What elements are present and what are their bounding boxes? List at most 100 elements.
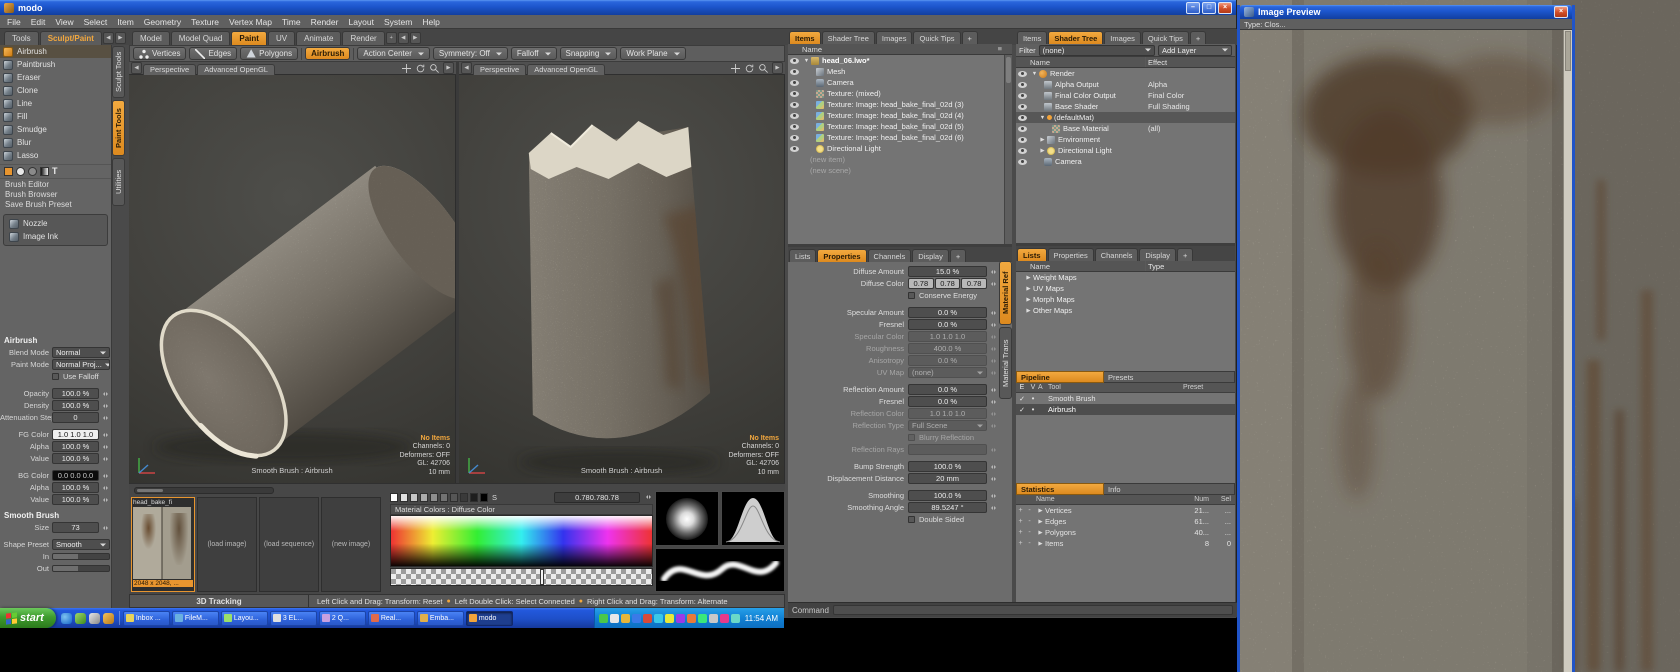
tab-lists[interactable]: Lists <box>1017 248 1047 261</box>
expand-plus-icon[interactable]: + <box>1016 540 1025 547</box>
brush-tip-preview[interactable] <box>655 491 719 546</box>
snapping-dropdown[interactable]: Snapping <box>560 47 618 60</box>
start-button[interactable]: start <box>0 608 56 628</box>
out-slider[interactable] <box>52 565 110 572</box>
use-falloff-checkbox[interactable] <box>52 373 59 380</box>
visibility-eye-icon[interactable] <box>1018 147 1028 155</box>
fg-value-field[interactable]: 100.0 % <box>52 453 99 464</box>
title-bar[interactable]: modo – □ × <box>0 0 1236 15</box>
image-thumbnail-selected[interactable]: head_bake_fi 2048 x 2048, ... <box>131 497 195 592</box>
visibility-eye-icon[interactable] <box>1018 103 1028 111</box>
diffuse-amount-field[interactable]: 15.0 % <box>908 266 987 277</box>
stepper[interactable] <box>988 311 998 315</box>
info-title[interactable]: Info <box>1104 483 1235 495</box>
tray-icon[interactable] <box>610 614 619 623</box>
hue-saturation-gradient[interactable] <box>390 515 653 567</box>
tab-lists[interactable]: Lists <box>789 249 816 262</box>
item-row-texture-image[interactable]: Texture: Image: head_bake_final_02d (6) <box>788 132 1012 143</box>
image-preview-title-bar[interactable]: Image Preview × <box>1240 5 1572 19</box>
new-item-row[interactable]: (new item) <box>788 154 1012 165</box>
menu-edit[interactable]: Edit <box>26 17 51 27</box>
menu-vertex-map[interactable]: Vertex Map <box>224 17 277 27</box>
visibility-eye-icon[interactable] <box>790 123 800 131</box>
tab-uv[interactable]: UV <box>268 31 295 45</box>
expander-icon[interactable]: ▶ <box>1024 308 1033 314</box>
stepper[interactable] <box>988 323 998 327</box>
new-image-cell[interactable]: (new image) <box>321 497 381 592</box>
menu-texture[interactable]: Texture <box>186 17 224 27</box>
tool-fill[interactable]: Fill <box>0 110 111 123</box>
taskbar-button-group[interactable]: 3 EL... <box>270 611 317 626</box>
expander-icon[interactable]: ▼ <box>1030 71 1039 77</box>
paint-mode-dropdown[interactable]: Normal Proj... <box>52 359 110 370</box>
reflection-amount-field[interactable]: 0.0 % <box>908 384 987 395</box>
blend-mode-dropdown[interactable]: Normal <box>52 347 110 358</box>
tray-icon[interactable] <box>698 614 707 623</box>
tab-paint[interactable]: Paint <box>231 31 267 45</box>
edges-mode-button[interactable]: Edges <box>189 47 237 60</box>
stepper[interactable] <box>100 433 110 437</box>
pipeline-row-smooth-brush[interactable]: ✓ • Smooth Brush <box>1016 393 1235 404</box>
polygons-mode-button[interactable]: Polygons <box>240 47 298 60</box>
zoom-icon[interactable] <box>429 63 440 74</box>
shader-row-alpha-output[interactable]: Alpha OutputAlpha <box>1016 79 1235 90</box>
collapse-minus-icon[interactable]: - <box>1025 529 1034 536</box>
tab-channels[interactable]: Channels <box>868 249 912 262</box>
menu-render[interactable]: Render <box>306 17 344 27</box>
bump-strength-field[interactable]: 100.0 % <box>908 461 987 472</box>
tab-tools[interactable]: Tools <box>4 31 39 45</box>
shader-row-camera[interactable]: Camera <box>1016 156 1235 167</box>
text-tool-button[interactable]: T <box>52 167 58 176</box>
stepper[interactable] <box>988 270 998 274</box>
expand-plus-icon[interactable]: + <box>1016 518 1025 525</box>
item-row-scene[interactable]: ▼head_06.lwo* <box>788 55 1012 66</box>
in-slider[interactable] <box>52 553 110 560</box>
item-row-directional-light[interactable]: Directional Light <box>788 143 1012 154</box>
visibility-eye-icon[interactable] <box>790 112 800 120</box>
rgb-value-field[interactable]: 0.780.780.78 <box>554 492 640 503</box>
gray-swatch[interactable] <box>400 493 408 502</box>
pan-icon[interactable] <box>730 63 741 74</box>
pan-icon[interactable] <box>401 63 412 74</box>
brush-tip-icon[interactable] <box>16 167 25 176</box>
stepper[interactable] <box>988 465 998 469</box>
item-row-camera[interactable]: Camera <box>788 77 1012 88</box>
tab-images[interactable]: Images <box>876 31 913 44</box>
list-row-uv-maps[interactable]: ▶UV Maps <box>1016 283 1235 294</box>
sort-icon[interactable]: ≡ <box>998 44 1002 53</box>
specular-amount-field[interactable]: 0.0 % <box>908 307 987 318</box>
tray-icon[interactable] <box>654 614 663 623</box>
brush-browser-link[interactable]: Brush Browser <box>0 189 111 199</box>
tab-quick-tips[interactable]: Quick Tips <box>1142 31 1189 44</box>
visibility-eye-icon[interactable] <box>1018 81 1028 89</box>
vtab-utilities[interactable]: Utilities <box>112 158 125 206</box>
tool-smudge[interactable]: Smudge <box>0 123 111 136</box>
close-button[interactable]: × <box>1218 2 1232 14</box>
reflection-fresnel-field[interactable]: 0.0 % <box>908 396 987 407</box>
visibility-eye-icon[interactable] <box>1018 136 1028 144</box>
filter-dropdown[interactable]: (none) <box>1039 45 1155 56</box>
tab-quick-tips[interactable]: Quick Tips <box>913 31 960 44</box>
viewport-prev-icon[interactable]: ◀ <box>461 62 472 74</box>
menu-file[interactable]: File <box>2 17 26 27</box>
tray-icon[interactable] <box>720 614 729 623</box>
expander-icon[interactable]: ▶ <box>1036 541 1045 547</box>
bg-color-field[interactable]: 0.0 0.0 0.0 <box>52 470 99 481</box>
taskbar-button-layout[interactable]: Layou... <box>221 611 268 626</box>
tab-scroll-right-icon[interactable]: ▶ <box>115 32 126 44</box>
stepper[interactable] <box>100 474 110 478</box>
viewport-canvas[interactable]: Smooth Brush : Airbrush No Items Channel… <box>459 75 785 483</box>
stepper[interactable] <box>100 526 110 530</box>
tray-icon[interactable] <box>687 614 696 623</box>
tray-icon[interactable] <box>676 614 685 623</box>
presets-title[interactable]: Presets <box>1104 371 1235 383</box>
stat-row-edges[interactable]: + - ▶Edges 61... ... <box>1016 516 1235 527</box>
load-sequence-cell[interactable]: (load sequence) <box>259 497 319 592</box>
ie-icon[interactable] <box>61 613 72 624</box>
fg-alpha-field[interactable]: 100.0 % <box>52 441 99 452</box>
item-row-texture-mixed[interactable]: Texture: (mixed) <box>788 88 1012 99</box>
menu-geometry[interactable]: Geometry <box>139 17 186 27</box>
menu-view[interactable]: View <box>50 17 78 27</box>
alpha-slider-handle[interactable] <box>540 569 544 585</box>
tray-icon[interactable] <box>731 614 740 623</box>
